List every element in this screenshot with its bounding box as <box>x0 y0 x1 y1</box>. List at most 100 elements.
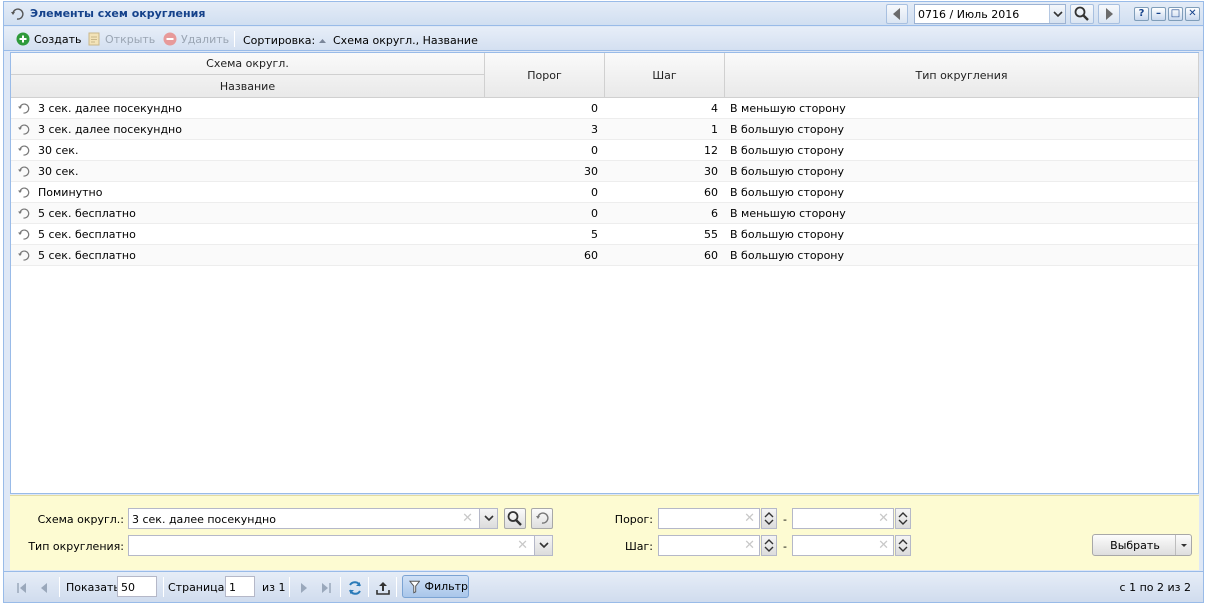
rounding-element-icon <box>18 103 30 114</box>
table-row[interactable]: 30 сек. 30 30 В большую сторону <box>11 161 1198 182</box>
cell-name: 3 сек. далее посекундно <box>38 123 182 136</box>
table-row[interactable]: 5 сек. бесплатно 0 6 В меньшую сторону <box>11 203 1198 224</box>
rounding-element-icon <box>18 187 30 198</box>
window-titlebar: Элементы схем округления 0716 / Июль 201… <box>4 2 1203 26</box>
rounding-scheme-icon <box>536 512 549 524</box>
page-label: Страница <box>168 581 225 594</box>
chevron-down-icon <box>484 515 494 522</box>
rounding-type-filter-label: Тип округления: <box>28 540 124 553</box>
cell-threshold: 30 <box>584 165 598 178</box>
cell-name: 5 сек. бесплатно <box>38 249 136 262</box>
range-dash: - <box>783 540 787 553</box>
select-button[interactable]: Выбрать <box>1092 534 1192 556</box>
minimize-tool-button[interactable]: – <box>1151 7 1166 21</box>
rounding-element-icon <box>18 229 30 240</box>
paging-separator <box>163 577 164 597</box>
paging-separator <box>59 577 60 597</box>
period-prev-button[interactable] <box>886 4 908 24</box>
cell-name: 5 сек. бесплатно <box>38 207 136 220</box>
scheme-filter-combo[interactable]: 3 сек. далее посекундно ✕ <box>128 508 498 529</box>
period-next-button[interactable] <box>1098 4 1120 24</box>
next-page-icon[interactable] <box>296 580 312 596</box>
clear-icon[interactable]: ✕ <box>462 511 473 526</box>
scheme-open-button[interactable] <box>531 508 553 529</box>
cell-threshold: 0 <box>591 144 598 157</box>
prev-page-icon[interactable] <box>36 580 52 596</box>
column-header-step[interactable]: Шаг <box>605 53 725 97</box>
refresh-icon[interactable] <box>347 580 363 596</box>
close-tool-button[interactable]: ✕ <box>1185 7 1200 21</box>
range-dash: - <box>783 513 787 526</box>
window-title: Элементы схем округления <box>30 7 206 20</box>
sort-label: Сортировка: <box>243 34 316 47</box>
table-row[interactable]: 5 сек. бесплатно 60 60 В большую сторону <box>11 245 1198 266</box>
table-row[interactable]: 3 сек. далее посекундно 0 4 В меньшую ст… <box>11 98 1198 119</box>
export-icon[interactable] <box>375 580 391 596</box>
threshold-to-field[interactable]: ✕ <box>792 508 894 529</box>
rounding-type-filter-combo[interactable]: ✕ <box>128 535 553 556</box>
column-header-threshold[interactable]: Порог <box>485 53 605 97</box>
first-page-icon[interactable] <box>14 580 30 596</box>
sort-item[interactable]: Схема округл., Название <box>318 34 478 47</box>
table-row[interactable]: 30 сек. 0 12 В большую сторону <box>11 140 1198 161</box>
create-button[interactable]: Создать <box>16 31 82 47</box>
scheme-filter-trigger[interactable] <box>479 509 497 528</box>
cell-step: 60 <box>704 186 718 199</box>
main-toolbar: Создать Открыть Удалить Сортировка: Схем… <box>4 27 1203 51</box>
table-row[interactable]: Поминутно 0 60 В большую сторону <box>11 182 1198 203</box>
page-number-input[interactable]: 1 <box>225 576 255 597</box>
step-from-field[interactable]: ✕ <box>658 535 760 556</box>
step-to-field[interactable]: ✕ <box>792 535 894 556</box>
scheme-search-button[interactable] <box>504 508 526 529</box>
period-dropdown-trigger[interactable] <box>1049 5 1065 23</box>
cell-name: 5 сек. бесплатно <box>38 228 136 241</box>
paging-info: с 1 по 2 из 2 <box>1119 581 1191 594</box>
cell-name: 3 сек. далее посекундно <box>38 102 182 115</box>
cell-step: 12 <box>704 144 718 157</box>
chevron-down-icon <box>1053 11 1063 18</box>
column-header-rounding-type[interactable]: Тип округления <box>725 53 1199 97</box>
table-row[interactable]: 3 сек. далее посекундно 3 1 В большую ст… <box>11 119 1198 140</box>
period-value: 0716 / Июль 2016 <box>918 8 1020 21</box>
cell-name: Поминутно <box>38 186 103 199</box>
spinner-arrows-icon <box>898 512 908 525</box>
search-icon <box>507 511 522 526</box>
arrow-left-icon <box>893 8 900 20</box>
help-tool-button[interactable]: ? <box>1134 7 1149 21</box>
cell-rounding-type: В большую сторону <box>730 123 845 136</box>
page-count-label: из 1 <box>262 581 286 594</box>
table-row[interactable]: 5 сек. бесплатно 5 55 В большую сторону <box>11 224 1198 245</box>
step-from-spinner[interactable] <box>761 535 777 556</box>
spinner-arrows-icon <box>898 539 908 552</box>
threshold-to-spinner[interactable] <box>895 508 911 529</box>
select-button-menu[interactable] <box>1175 535 1191 555</box>
threshold-from-spinner[interactable] <box>761 508 777 529</box>
clear-icon[interactable]: ✕ <box>744 538 755 553</box>
open-button[interactable]: Открыть <box>87 31 155 47</box>
delete-button[interactable]: Удалить <box>163 31 229 47</box>
filter-toggle-button[interactable]: Фильтр <box>402 575 469 598</box>
rounding-type-filter-trigger[interactable] <box>534 536 552 555</box>
scheme-filter-value: 3 сек. далее посекундно <box>132 513 276 526</box>
cell-threshold: 0 <box>591 207 598 220</box>
maximize-tool-button[interactable]: □ <box>1168 7 1183 21</box>
period-combo[interactable]: 0716 / Июль 2016 <box>914 4 1066 24</box>
clear-icon[interactable]: ✕ <box>744 511 755 526</box>
cell-threshold: 0 <box>591 102 598 115</box>
rounding-element-icon <box>18 166 30 177</box>
column-header-name[interactable]: Название <box>11 75 485 97</box>
threshold-from-field[interactable]: ✕ <box>658 508 760 529</box>
cell-rounding-type: В меньшую сторону <box>730 102 846 115</box>
period-search-button[interactable] <box>1070 4 1094 24</box>
paging-separator <box>368 577 369 597</box>
rounding-elements-grid: Схема округл. Название Порог Шаг Тип окр… <box>10 52 1199 494</box>
cell-threshold: 5 <box>591 228 598 241</box>
last-page-icon[interactable] <box>318 580 334 596</box>
clear-icon[interactable]: ✕ <box>878 511 889 526</box>
rounding-element-icon <box>18 145 30 156</box>
page-size-input[interactable]: 50 <box>117 576 157 597</box>
clear-icon[interactable]: ✕ <box>878 538 889 553</box>
clear-icon[interactable]: ✕ <box>517 538 528 553</box>
step-to-spinner[interactable] <box>895 535 911 556</box>
column-group-scheme[interactable]: Схема округл. <box>11 53 485 75</box>
